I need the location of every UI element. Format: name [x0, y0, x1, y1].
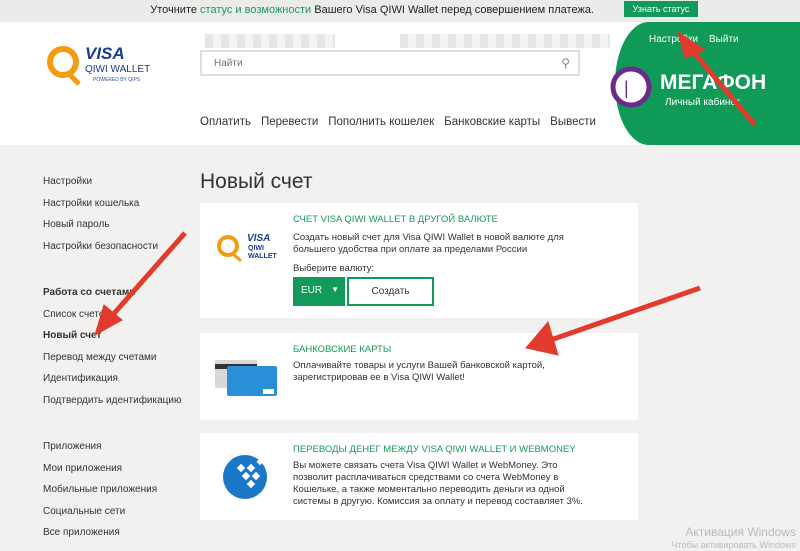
- sidebar-item-wallet-settings[interactable]: Настройки кошелька: [43, 198, 181, 220]
- qiwi-logo[interactable]: VISA QIWI WALLET POWERED BY QIPS: [45, 44, 160, 89]
- megafon-icon: |: [610, 66, 652, 108]
- sidebar-item-mobile-apps[interactable]: Мобильные приложения: [43, 484, 181, 506]
- status-link[interactable]: статус и возможности: [200, 4, 311, 16]
- sidebar-item-new-account[interactable]: Новый счет: [43, 330, 181, 352]
- nav-bank-cards[interactable]: Банковские карты: [444, 116, 540, 128]
- sidebar-item-social[interactable]: Социальные сети: [43, 506, 181, 528]
- nav-withdraw[interactable]: Вывести: [550, 116, 596, 128]
- sidebar-item-new-password[interactable]: Новый пароль: [43, 219, 181, 241]
- sidebar: Настройки Настройки кошелька Новый парол…: [43, 176, 181, 549]
- nav-topup[interactable]: Пополнить кошелек: [328, 116, 434, 128]
- page-title: Новый счет: [200, 170, 313, 193]
- bank-cards-icon: [215, 360, 277, 396]
- webmoney-icon: [223, 455, 267, 499]
- sidebar-item-transfer-accounts[interactable]: Перевод между счетами: [43, 352, 181, 374]
- megafon-logo[interactable]: | МегаФон Личный кабинет: [610, 66, 795, 111]
- card-title: ПЕРЕВОДЫ ДЕНЕГ МЕЖДУ VISA QIWI WALLET И …: [293, 444, 576, 455]
- create-account-button[interactable]: Создать: [347, 277, 434, 306]
- nav-pay[interactable]: Оплатить: [200, 116, 251, 128]
- currency-select[interactable]: EUR ▼: [293, 277, 345, 306]
- blurred-account-info: [205, 34, 335, 48]
- card-currency-account: VISA QIWI WALLET СЧЕТ VISA QIWI WALLET В…: [200, 203, 638, 318]
- logout-link[interactable]: Выйти: [709, 34, 739, 45]
- sidebar-item-all-apps[interactable]: Все приложения: [43, 527, 181, 549]
- qiwi-q-icon: [47, 46, 81, 86]
- sidebar-item-security[interactable]: Настройки безопасности: [43, 241, 181, 263]
- card-webmoney[interactable]: ПЕРЕВОДЫ ДЕНЕГ МЕЖДУ VISA QIWI WALLET И …: [200, 433, 638, 520]
- blurred-balance-info: [400, 34, 610, 48]
- svg-text:|: |: [624, 78, 629, 98]
- sidebar-item-account-list[interactable]: Список счетов: [43, 309, 181, 331]
- settings-link[interactable]: Настройки: [649, 34, 698, 45]
- card-title: СЧЕТ VISA QIWI WALLET В ДРУГОЙ ВАЛЮТЕ: [293, 214, 498, 225]
- sidebar-item-my-apps[interactable]: Мои приложения: [43, 463, 181, 485]
- search-input[interactable]: [202, 52, 542, 74]
- check-status-button[interactable]: Узнать статус: [624, 1, 698, 17]
- search-box: ⚲: [200, 50, 580, 76]
- dropdown-arrow-icon: ▼: [331, 285, 339, 294]
- nav-transfer[interactable]: Перевести: [261, 116, 318, 128]
- card-bank-cards[interactable]: БАНКОВСКИЕ КАРТЫ Оплачивайте товары и ус…: [200, 333, 638, 420]
- qiwi-q-icon: [217, 235, 242, 263]
- sidebar-item-apps[interactable]: Приложения: [43, 441, 181, 463]
- windows-activation-subtext: Чтобы активировать Windows: [671, 540, 796, 550]
- windows-activation-watermark: Активация Windows: [685, 525, 796, 539]
- search-icon[interactable]: ⚲: [561, 56, 570, 70]
- main-nav: Оплатить Перевести Пополнить кошелек Бан…: [200, 116, 596, 128]
- card-title: БАНКОВСКИЕ КАРТЫ: [293, 344, 392, 355]
- sidebar-item-settings[interactable]: Настройки: [43, 176, 181, 198]
- sidebar-section-accounts: Работа со счетами: [43, 287, 136, 298]
- sidebar-item-identification[interactable]: Идентификация: [43, 373, 181, 395]
- sidebar-item-confirm-identification[interactable]: Подтвердить идентификацию: [43, 395, 181, 417]
